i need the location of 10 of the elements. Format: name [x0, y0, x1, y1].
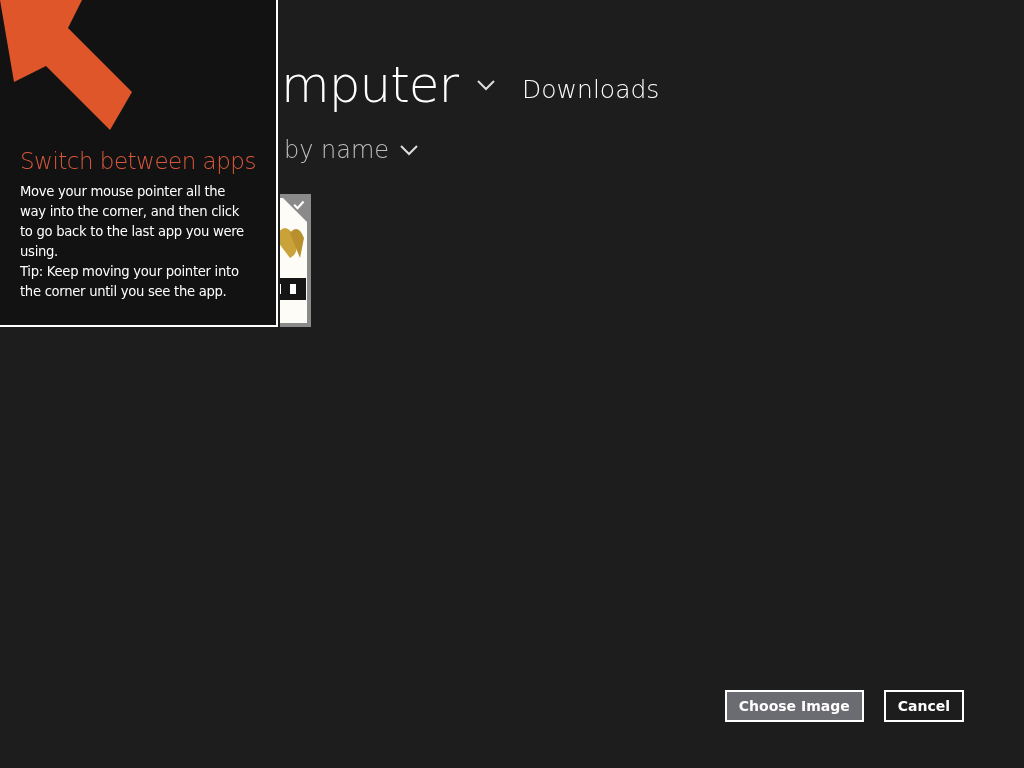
choose-button[interactable]: Choose Image: [724, 690, 864, 722]
chevron-down-icon[interactable]: [476, 79, 497, 91]
cancel-button[interactable]: Cancel: [883, 690, 964, 722]
arrow-icon: [0, 0, 132, 132]
folder-name[interactable]: Downloads: [522, 74, 660, 104]
chevron-down-icon[interactable]: [399, 144, 420, 156]
location-title: mputer: [281, 56, 459, 114]
tip-text: Move your mouse pointer all the way into the corner, and then click to go back to the last app you were using. Tip: Keep moving your pointer into the corner until you see the app.: [20, 183, 245, 301]
checkmark-icon: [283, 198, 307, 222]
sort-label[interactable]: by name: [284, 136, 390, 164]
